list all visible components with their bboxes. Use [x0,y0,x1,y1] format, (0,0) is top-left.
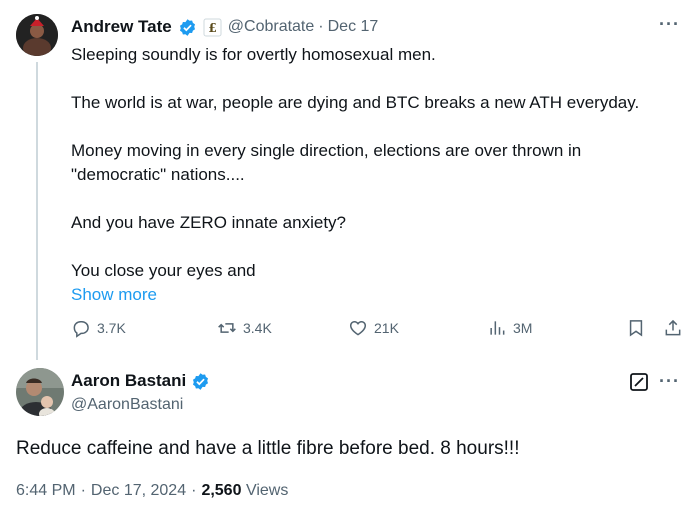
svg-text:£: £ [208,21,216,35]
tweet-paragraph: Sleeping soundly is for overtly homosexu… [71,45,436,64]
repost-icon [217,318,237,338]
reply-icon [71,318,91,338]
thread-line [36,62,38,360]
views-button[interactable]: 3M [487,318,532,338]
separator-dot: · [191,482,197,499]
reply-count: 3.7K [97,320,126,336]
author-handle[interactable]: @Cobratate [228,18,315,36]
tweet-paragraph: The world is at war, people are dying an… [71,93,640,112]
tweet-header: Andrew Tate £ @Cobratate · Dec 17 [71,16,378,38]
verified-badge-icon [178,18,197,37]
avatar-image [16,14,58,56]
tweet-time[interactable]: 6:44 PM [16,482,76,500]
tweet-paragraph: You close your eyes and [71,261,256,280]
author-name[interactable]: Aaron Bastani [71,371,186,391]
like-button[interactable]: 21K [348,318,399,338]
separator-dot: · [80,482,86,499]
grok-icon[interactable] [629,372,649,392]
more-options-icon[interactable]: ··· [659,371,680,392]
tweet-body: Sleeping soundly is for overtly homosexu… [71,43,681,307]
avatar-aaron-bastani[interactable] [16,368,64,416]
view-count: 3M [513,320,533,336]
repost-button[interactable]: 3.4K [217,318,272,338]
affiliate-badge-icon[interactable]: £ [203,18,222,37]
show-more-link[interactable]: Show more [71,283,681,307]
separator-dot: · [318,18,324,35]
more-options-icon[interactable]: ··· [659,14,680,35]
heart-icon [348,318,368,338]
avatar-image [16,368,64,416]
author-handle[interactable]: @AaronBastani [71,396,183,414]
views-count: 2,560 [201,482,242,499]
reply-button[interactable]: 3.7K [71,318,126,338]
verified-badge-icon [191,372,210,391]
tweet-date[interactable]: Dec 17, 2024 [91,482,186,500]
tweet-meta: 6:44 PM · Dec 17, 2024 · 2,560 Views [16,482,288,500]
like-count: 21K [374,320,399,336]
author-name[interactable]: Andrew Tate [71,17,172,37]
tweet-paragraph: Money moving in every single direction, … [71,141,582,184]
tweet-header: Aaron Bastani [71,371,210,391]
tweet-paragraph: And you have ZERO innate anxiety? [71,213,346,232]
tweet-date[interactable]: Dec 17 [328,18,379,36]
bookmark-icon[interactable] [626,318,646,338]
views-label: Views [245,482,289,499]
share-icon[interactable] [663,318,683,338]
avatar-andrew-tate[interactable] [16,14,58,56]
analytics-icon [487,318,507,338]
tweet-text: Reduce caffeine and have a little fibre … [16,438,520,459]
repost-count: 3.4K [243,320,272,336]
